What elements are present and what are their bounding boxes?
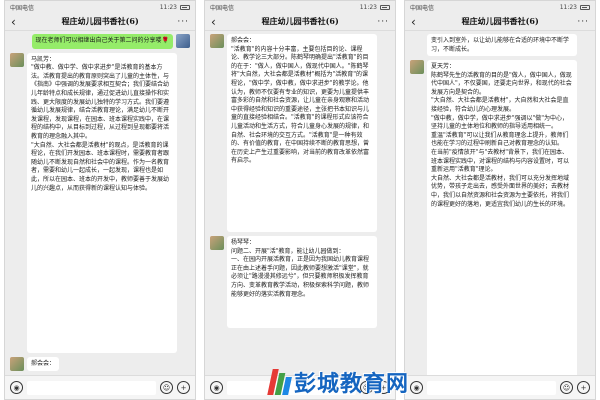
more-icon[interactable]: ···	[577, 17, 589, 27]
message-row: 现在老师们可以相继出自己关于第二问的分享喽🌹	[10, 34, 190, 49]
message-bubble[interactable]: 变引入到室外，以让幼儿能够在合适的环境中不断学习，不断成长。	[427, 34, 577, 56]
status-bar: 中国电信 11:23	[205, 1, 395, 13]
time-label: 11:23	[359, 3, 377, 11]
phone-screen-3: 中国电信 11:23 ‹ 程庄幼儿园书香社(6) ··· 变引入到室外，以让幼儿…	[404, 0, 596, 400]
back-icon[interactable]: ‹	[411, 15, 423, 29]
message-bubble[interactable]: 现在老师们可以相继出自己关于第二问的分享喽🌹	[31, 34, 173, 49]
chat-title: 程庄幼儿园书香社(6)	[461, 16, 539, 26]
message-row: 变引入到室外，以让幼儿能够在合适的环境中不断学习，不断成长。	[410, 34, 590, 56]
message-row: 郝会会： "活教育"的内容十分丰富，主要包括目的论、课程论、教学论三大部分。陈鹤…	[210, 34, 390, 232]
watermark-logo-icon	[267, 369, 292, 395]
more-icon[interactable]: ···	[177, 17, 189, 27]
message-row: 马凯芳： "做中教、做中学、做中求进步"是活教育的基本方法。活教育提出的教育原则…	[10, 52, 190, 353]
message-list[interactable]: 变引入到室外，以让幼儿能够在合适的环境中不断学习，不断成长。 夏天芳： 陈鹤琴先…	[405, 31, 595, 375]
carrier-label: 中国电信	[10, 4, 35, 12]
back-icon[interactable]: ‹	[211, 15, 223, 29]
voice-icon[interactable]: ◉	[210, 381, 223, 394]
avatar[interactable]	[176, 34, 190, 48]
message-row: 杨琴琴： 问题二、开展"活"教育，能让幼儿园做到： 一、在园内开展活教育，正是因…	[210, 236, 390, 328]
avatar[interactable]	[410, 60, 424, 74]
carrier-label: 中国电信	[410, 4, 435, 12]
chat-title: 程庄幼儿园书香社(6)	[61, 16, 139, 26]
message-bubble[interactable]: 郝会会：	[27, 356, 60, 372]
message-bubble[interactable]: 马凯芳： "做中教、做中学、做中求进步"是活教育的基本方法。活教育提出的教育原则…	[27, 52, 177, 353]
voice-icon[interactable]: ◉	[410, 381, 423, 394]
message-input[interactable]	[27, 380, 156, 395]
message-list[interactable]: 现在老师们可以相继出自己关于第二问的分享喽🌹 马凯芳： "做中教、做中学、做中求…	[5, 31, 195, 375]
site-watermark: 彭城教育网	[267, 366, 410, 398]
input-bar: ◉ ☺ +	[405, 375, 595, 399]
emoji-icon[interactable]: ☺	[160, 381, 173, 394]
chat-header: ‹ 程庄幼儿园书香社(6) ···	[5, 13, 195, 31]
time-label: 11:23	[559, 3, 577, 11]
screenshot-collage: 中国电信 11:23 ‹ 程庄幼儿园书香社(6) ··· 现在老师们可以相继出自…	[0, 0, 600, 400]
avatar	[410, 34, 424, 48]
emoji-icon[interactable]: ☺	[560, 381, 573, 394]
battery-icon	[580, 4, 590, 10]
message-bubble[interactable]: 夏天芳： 陈鹤琴先生的活教育的目的是"做人，做中国人，做现代中国人"，不仅要国，…	[427, 60, 577, 375]
input-bar: ◉ ☺ +	[5, 375, 195, 399]
chat-header: ‹ 程庄幼儿园书香社(6) ···	[205, 13, 395, 31]
watermark-text: 彭城教育网	[294, 372, 410, 397]
message-row: 郝会会：	[10, 356, 190, 372]
time-label: 11:23	[159, 3, 177, 11]
message-input[interactable]	[427, 380, 556, 395]
message-bubble[interactable]: 杨琴琴： 问题二、开展"活"教育，能让幼儿园做到： 一、在园内开展活教育，正是因…	[227, 236, 377, 328]
avatar[interactable]	[210, 236, 224, 250]
voice-icon[interactable]: ◉	[10, 381, 23, 394]
battery-icon	[380, 4, 390, 10]
phone-screen-1: 中国电信 11:23 ‹ 程庄幼儿园书香社(6) ··· 现在老师们可以相继出自…	[4, 0, 196, 400]
status-bar: 中国电信 11:23	[405, 1, 595, 13]
avatar[interactable]	[210, 34, 224, 48]
message-bubble[interactable]: 郝会会： "活教育"的内容十分丰富，主要包括目的论、课程论、教学论三大部分。陈鹤…	[227, 34, 377, 232]
chat-title: 程庄幼儿园书香社(6)	[261, 16, 339, 26]
message-list[interactable]: 郝会会： "活教育"的内容十分丰富，主要包括目的论、课程论、教学论三大部分。陈鹤…	[205, 31, 395, 375]
avatar[interactable]	[10, 52, 24, 67]
status-bar: 中国电信 11:23	[5, 1, 195, 13]
battery-icon	[180, 4, 190, 10]
carrier-label: 中国电信	[210, 4, 235, 12]
plus-icon[interactable]: +	[577, 381, 590, 394]
phone-screen-2: 中国电信 11:23 ‹ 程庄幼儿园书香社(6) ··· 郝会会： "活教育"的…	[204, 0, 396, 400]
plus-icon[interactable]: +	[177, 381, 190, 394]
more-icon[interactable]: ···	[377, 17, 389, 27]
back-icon[interactable]: ‹	[11, 15, 23, 29]
message-row: 夏天芳： 陈鹤琴先生的活教育的目的是"做人，做中国人，做现代中国人"，不仅要国，…	[410, 60, 590, 375]
avatar[interactable]	[10, 356, 24, 371]
chat-header: ‹ 程庄幼儿园书香社(6) ···	[405, 13, 595, 31]
